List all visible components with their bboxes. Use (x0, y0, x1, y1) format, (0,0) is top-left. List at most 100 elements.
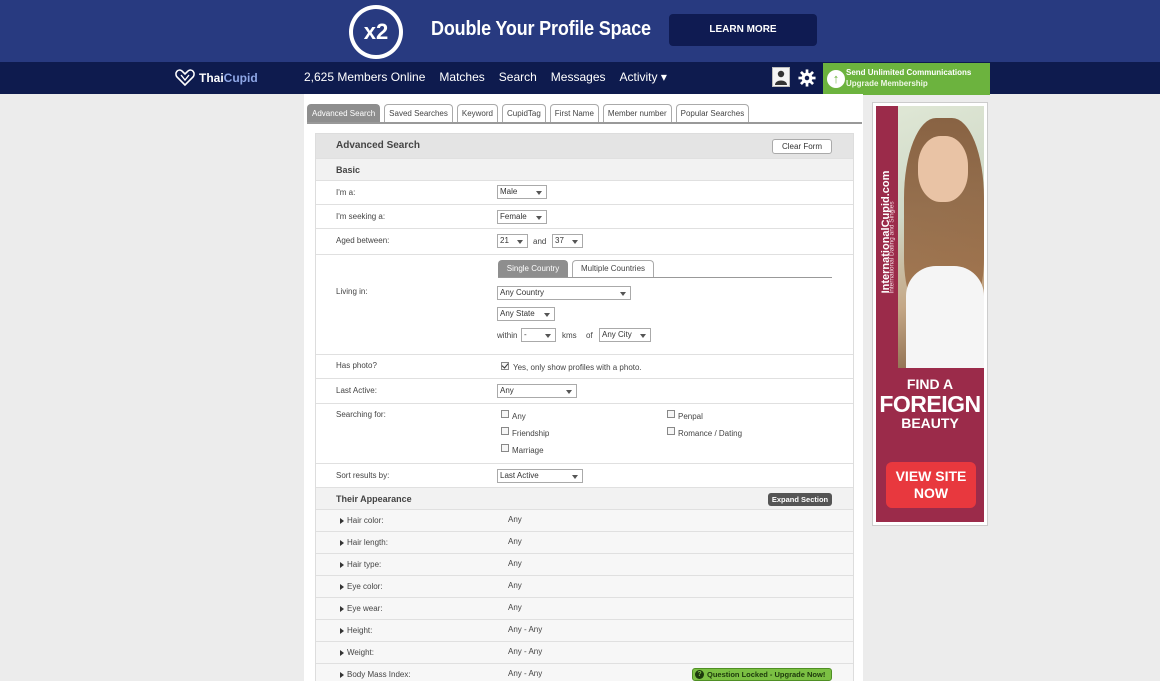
age-min-select[interactable]: 21 (497, 234, 528, 248)
searching-for-label: Searching for: (336, 410, 386, 419)
avatar[interactable] (772, 67, 790, 87)
nav-search[interactable]: Search (499, 70, 537, 84)
upgrade-line-2: Upgrade Membership (846, 79, 928, 88)
x2-badge-text: x2 (353, 9, 399, 55)
upgrade-line-1: Send Unlimited Communications (846, 68, 972, 77)
row-searching-for: Searching for: Any Friendship Marriage P… (316, 403, 853, 463)
clear-form-button[interactable]: Clear Form (772, 139, 832, 154)
eye-color-label: Eye color: (347, 582, 383, 591)
country-select[interactable]: Any Country (497, 286, 631, 300)
upgrade-membership-button[interactable]: ↑ Send Unlimited Communications Upgrade … (823, 63, 990, 95)
nav-messages[interactable]: Messages (551, 70, 606, 84)
tab-cupidtag[interactable]: CupidTag (501, 104, 546, 122)
promo-banner[interactable]: x2 Double Your Profile Space LEARN MORE (0, 0, 1160, 62)
height-label: Height: (347, 626, 373, 635)
eye-wear-value: Any (508, 603, 522, 612)
tab-keyword[interactable]: Keyword (456, 104, 498, 122)
last-active-label: Last Active: (336, 386, 377, 395)
appearance-section-title: Their Appearance (336, 494, 412, 504)
distance-select[interactable]: - (521, 328, 556, 342)
appearance-row-eye-wear[interactable]: Eye wear: Any (316, 597, 853, 619)
bmi-label: Body Mass Index: (347, 670, 411, 679)
seeking-select[interactable]: Female (497, 210, 547, 224)
ad-face-shape (918, 136, 968, 202)
side-ad[interactable]: InternationalCupid.com International Dat… (872, 102, 988, 526)
question-locked-button[interactable]: ? Question Locked - Upgrade Now! (692, 668, 832, 681)
has-photo-text: Yes, only show profiles with a photo. (513, 363, 642, 372)
last-active-select[interactable]: Any (497, 384, 577, 398)
searching-romance-checkbox[interactable] (667, 427, 675, 435)
searching-romance-text: Romance / Dating (678, 429, 743, 438)
banner-title: Double Your Profile Space (431, 18, 651, 40)
site-logo[interactable]: ThaiCupid (175, 69, 258, 87)
nav-activity[interactable]: Activity ▾ (620, 70, 667, 84)
tab-first-name[interactable]: First Name (549, 104, 599, 122)
expand-triangle-icon (340, 518, 344, 524)
question-locked-text: Question Locked - Upgrade Now! (707, 670, 826, 679)
hair-length-value: Any (508, 537, 522, 546)
expand-triangle-icon (340, 628, 344, 634)
seeking-label: I'm seeking a: (336, 212, 386, 221)
sort-by-select[interactable]: Last Active (497, 469, 583, 483)
expand-triangle-icon (340, 562, 344, 568)
searching-any-text: Any (512, 412, 526, 421)
row-has-photo: Has photo? Yes, only show profiles with … (316, 354, 853, 378)
view-site-line-2: NOW (913, 485, 949, 501)
im-a-label: I'm a: (336, 188, 356, 197)
searching-friendship-checkbox[interactable] (501, 427, 509, 435)
row-last-active: Last Active: Any (316, 378, 853, 403)
hair-type-value: Any (508, 559, 522, 568)
hair-type-label: Hair type: (347, 560, 382, 569)
tab-single-country[interactable]: Single Country (498, 260, 568, 277)
appearance-row-hair-type[interactable]: Hair type: Any (316, 553, 853, 575)
gear-icon[interactable] (798, 69, 816, 87)
tab-advanced-search[interactable]: Advanced Search (307, 104, 381, 122)
members-online-link[interactable]: 2,625 Members Online (304, 70, 425, 84)
view-site-button[interactable]: VIEW SITE NOW (886, 462, 976, 508)
ad-brand-strip: InternationalCupid.com International Dat… (876, 106, 898, 368)
appearance-row-hair-length[interactable]: Hair length: Any (316, 531, 853, 553)
appearance-row-eye-color[interactable]: Eye color: Any (316, 575, 853, 597)
ad-line-3: BEAUTY (901, 415, 959, 431)
basic-section-header: Basic (316, 158, 853, 180)
heart-logo-icon (175, 69, 195, 87)
arrow-up-icon: ↑ (827, 70, 845, 88)
learn-more-button[interactable]: LEARN MORE (669, 14, 817, 46)
panel-header: Advanced Search Clear Form (316, 134, 853, 158)
searching-any-checkbox[interactable] (501, 410, 509, 418)
question-mark-icon: ? (695, 670, 704, 679)
hair-color-label: Hair color: (347, 516, 384, 525)
has-photo-checkbox[interactable] (501, 362, 509, 370)
tab-popular-searches[interactable]: Popular Searches (675, 104, 750, 122)
appearance-row-height[interactable]: Height: Any - Any (316, 619, 853, 641)
state-select[interactable]: Any State (497, 307, 555, 321)
appearance-row-hair-color[interactable]: Hair color: Any (316, 509, 853, 531)
row-im-a: I'm a: Male (316, 180, 853, 204)
kms-text: kms (562, 331, 577, 340)
basic-section-title: Basic (336, 165, 361, 175)
eye-color-value: Any (508, 581, 522, 590)
expand-triangle-icon (340, 584, 344, 590)
ad-line-2: FOREIGN (879, 391, 981, 417)
x2-badge-icon: x2 (349, 5, 403, 59)
view-site-line-1: VIEW SITE (895, 468, 967, 484)
tab-saved-searches[interactable]: Saved Searches (384, 104, 453, 122)
appearance-section-header: Their Appearance Expand Section (316, 487, 853, 509)
im-a-select[interactable]: Male (497, 185, 547, 199)
tab-multiple-countries[interactable]: Multiple Countries (572, 260, 654, 277)
age-and-text: and (533, 237, 547, 246)
ad-line-1: FIND A (906, 376, 954, 392)
appearance-row-weight[interactable]: Weight: Any - Any (316, 641, 853, 663)
expand-triangle-icon (340, 540, 344, 546)
sort-by-label: Sort results by: (336, 471, 390, 480)
appearance-row-bmi[interactable]: Body Mass Index: Any - Any ? Question Lo… (316, 663, 853, 681)
tab-member-number[interactable]: Member number (602, 104, 672, 122)
expand-section-button[interactable]: Expand Section (768, 493, 832, 506)
searching-penpal-checkbox[interactable] (667, 410, 675, 418)
logo-text: ThaiCupid (199, 71, 258, 85)
age-max-select[interactable]: 37 (552, 234, 583, 248)
row-living-in: Living in: Single Country Multiple Count… (316, 254, 853, 354)
city-select[interactable]: Any City (599, 328, 651, 342)
nav-matches[interactable]: Matches (439, 70, 484, 84)
searching-marriage-checkbox[interactable] (501, 444, 509, 452)
